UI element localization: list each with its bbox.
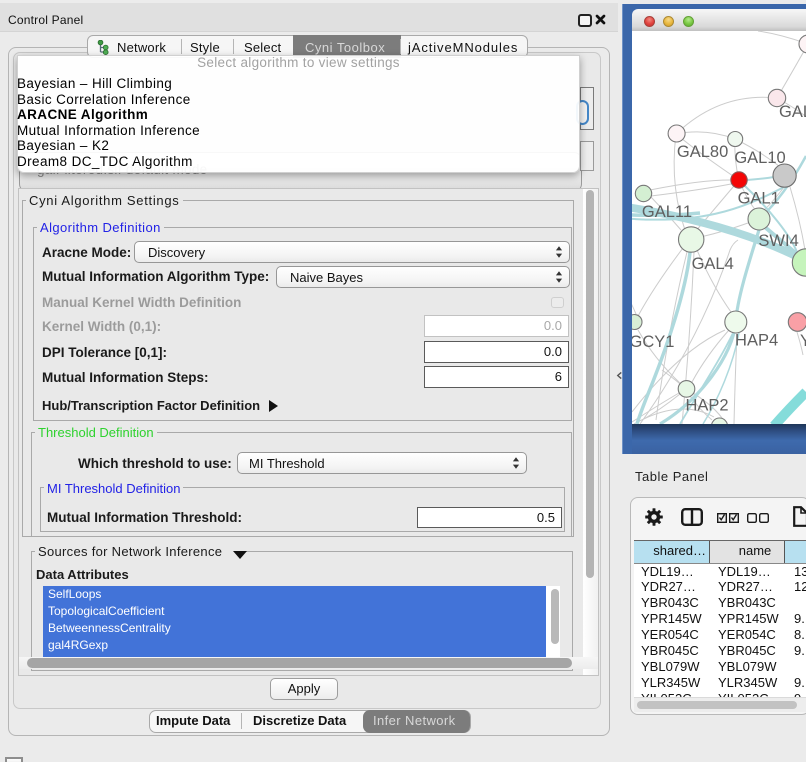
svg-text:GAL4: GAL4 [692, 255, 734, 273]
svg-text:GAL1: GAL1 [738, 190, 780, 208]
svg-text:HAP2: HAP2 [685, 397, 728, 415]
svg-text:GAL2: GAL2 [779, 103, 806, 121]
svg-text:HAP4: HAP4 [735, 332, 778, 350]
svg-text:GAL11: GAL11 [642, 203, 692, 221]
svg-text:SWI4: SWI4 [758, 232, 798, 250]
svg-text:GAL80: GAL80 [677, 143, 728, 161]
svg-text:GCY1: GCY1 [632, 333, 674, 351]
svg-text:GAL10: GAL10 [734, 149, 785, 167]
svg-text:YJ: YJ [800, 332, 806, 350]
